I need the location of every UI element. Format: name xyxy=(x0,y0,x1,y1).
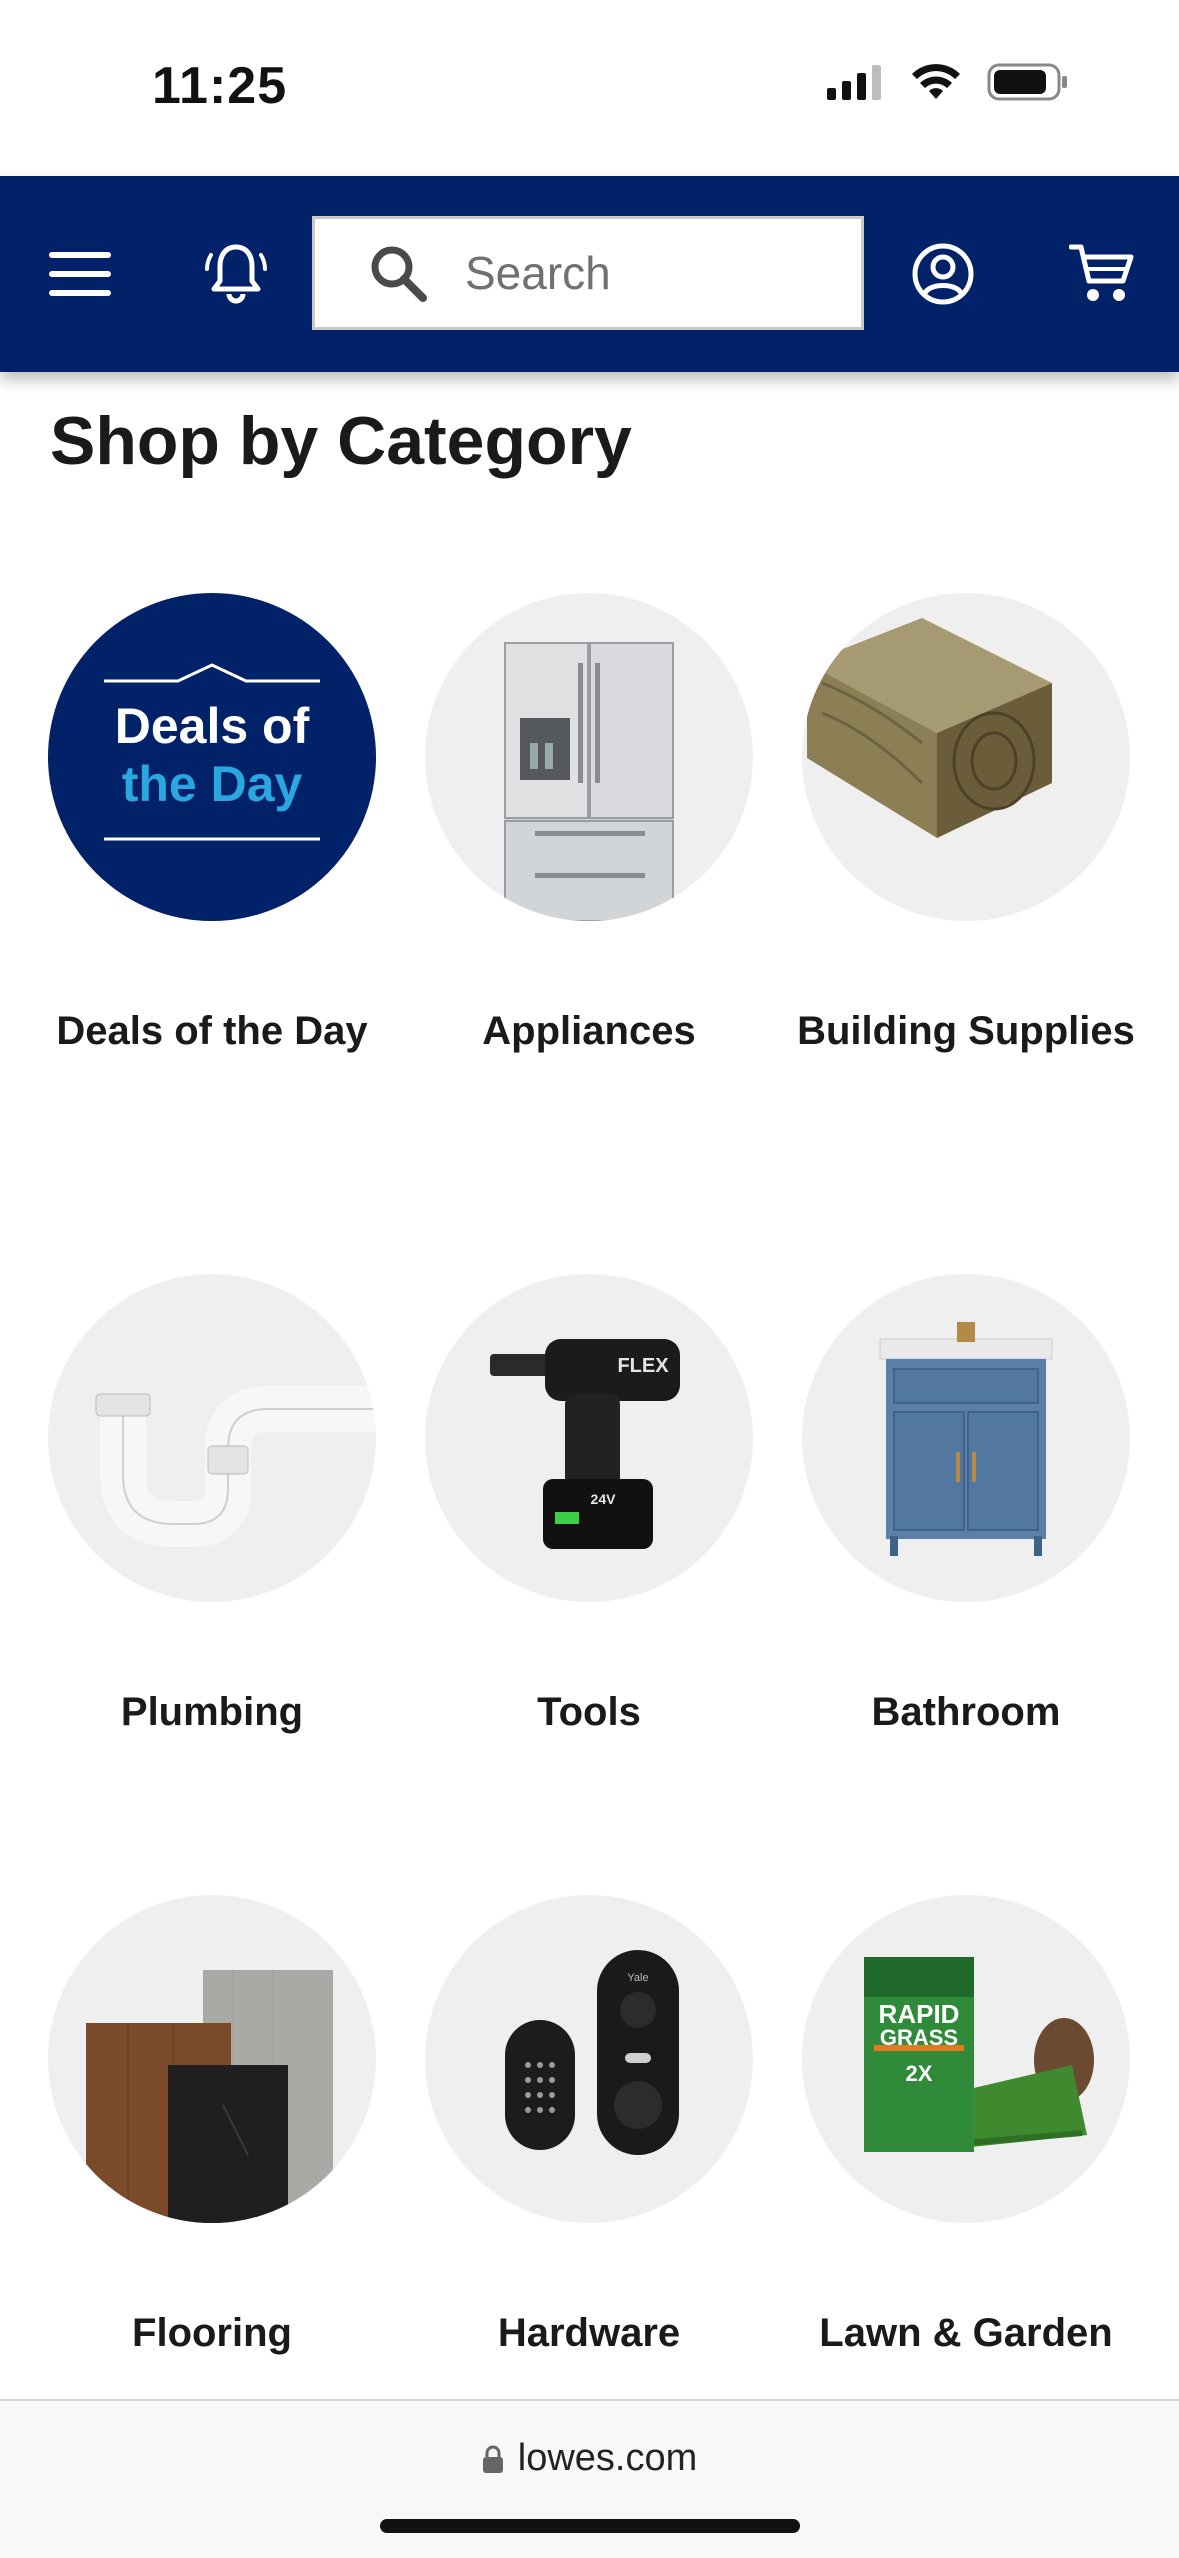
bell-icon xyxy=(205,244,267,304)
category-label: Lawn & Garden xyxy=(819,2311,1113,2355)
search-box[interactable] xyxy=(312,216,864,330)
account-icon xyxy=(912,243,974,305)
address-bar[interactable]: lowes.com xyxy=(0,2437,1179,2480)
category-plumbing[interactable]: Plumbing xyxy=(24,1274,400,1742)
wifi-icon xyxy=(912,64,960,99)
grass-bag-tag: 2X xyxy=(906,2061,933,2086)
status-time: 11:25 xyxy=(152,57,288,115)
category-label: Appliances xyxy=(482,1009,696,1053)
drill-brand-text: FLEX xyxy=(617,1355,669,1377)
p-trap-image xyxy=(95,1386,376,1547)
home-indicator[interactable] xyxy=(380,2519,800,2533)
battery-icon xyxy=(987,63,1067,101)
category-flooring[interactable]: Flooring xyxy=(24,1895,400,2363)
cart-icon xyxy=(1069,244,1134,301)
category-image: FLEX 24V xyxy=(425,1274,753,1602)
status-bar: 11:25 xyxy=(0,0,1179,176)
drill-voltage-text: 24V xyxy=(591,1491,617,1507)
flooring-samples-image xyxy=(86,1970,333,2223)
url-text: lowes.com xyxy=(517,2437,698,2479)
refrigerator-image xyxy=(504,642,674,921)
category-label: Deals of the Day xyxy=(56,1009,368,1053)
vanity-image xyxy=(879,1322,1053,1556)
category-image xyxy=(48,1274,376,1602)
search-icon xyxy=(371,246,427,302)
menu-icon xyxy=(49,252,111,296)
deals-badge-line1: Deals of xyxy=(115,698,310,754)
grass-bag-line2: GRASS xyxy=(880,2025,958,2050)
site-header xyxy=(0,176,1179,372)
page-title: Shop by Category xyxy=(50,403,632,479)
category-image: Deals of the Day xyxy=(48,593,376,921)
category-deals-of-the-day[interactable]: Deals of the Day Deals of the Day xyxy=(24,593,400,1061)
category-label: Hardware xyxy=(497,2311,681,2355)
category-tools[interactable]: FLEX 24V Tools xyxy=(401,1274,777,1742)
category-label: Flooring xyxy=(132,2311,292,2355)
account-button[interactable] xyxy=(903,176,983,372)
category-label: Tools xyxy=(537,1690,641,1734)
category-image xyxy=(802,593,1130,921)
category-bathroom[interactable]: Bathroom xyxy=(778,1274,1154,1742)
lock-icon xyxy=(482,2445,503,2473)
notifications-button[interactable] xyxy=(196,176,276,372)
search-input[interactable] xyxy=(463,245,827,301)
lock-brand-text: Yale xyxy=(627,1972,648,1984)
category-label: Building Supplies xyxy=(797,1009,1135,1053)
category-image xyxy=(425,593,753,921)
category-label: Bathroom xyxy=(871,1690,1061,1734)
category-appliances[interactable]: Appliances xyxy=(401,593,777,1061)
category-image: Yale xyxy=(425,1895,753,2223)
grass-seed-image: RAPID GRASS 2X xyxy=(864,1957,1094,2152)
deals-badge-logo: Deals of the Day xyxy=(104,663,320,841)
category-building-supplies[interactable]: Building Supplies xyxy=(778,593,1154,1061)
browser-bottom-bar: lowes.com xyxy=(0,2399,1179,2558)
category-image: RAPID GRASS 2X xyxy=(802,1895,1130,2223)
signal-icon xyxy=(827,65,881,100)
lumber-image xyxy=(807,618,1052,838)
drill-image: FLEX 24V xyxy=(490,1339,680,1549)
status-icons xyxy=(827,62,1069,102)
smart-lock-image: Yale xyxy=(505,1950,679,2155)
menu-button[interactable] xyxy=(40,176,120,372)
category-image xyxy=(48,1895,376,2223)
category-label: Plumbing xyxy=(120,1690,304,1734)
deals-badge-line2: the Day xyxy=(122,756,303,812)
category-image xyxy=(802,1274,1130,1602)
category-hardware[interactable]: Yale Hardware xyxy=(401,1895,777,2363)
cart-button[interactable] xyxy=(1062,176,1142,372)
category-lawn-and-garden[interactable]: RAPID GRASS 2X Lawn & Garden xyxy=(778,1895,1154,2363)
